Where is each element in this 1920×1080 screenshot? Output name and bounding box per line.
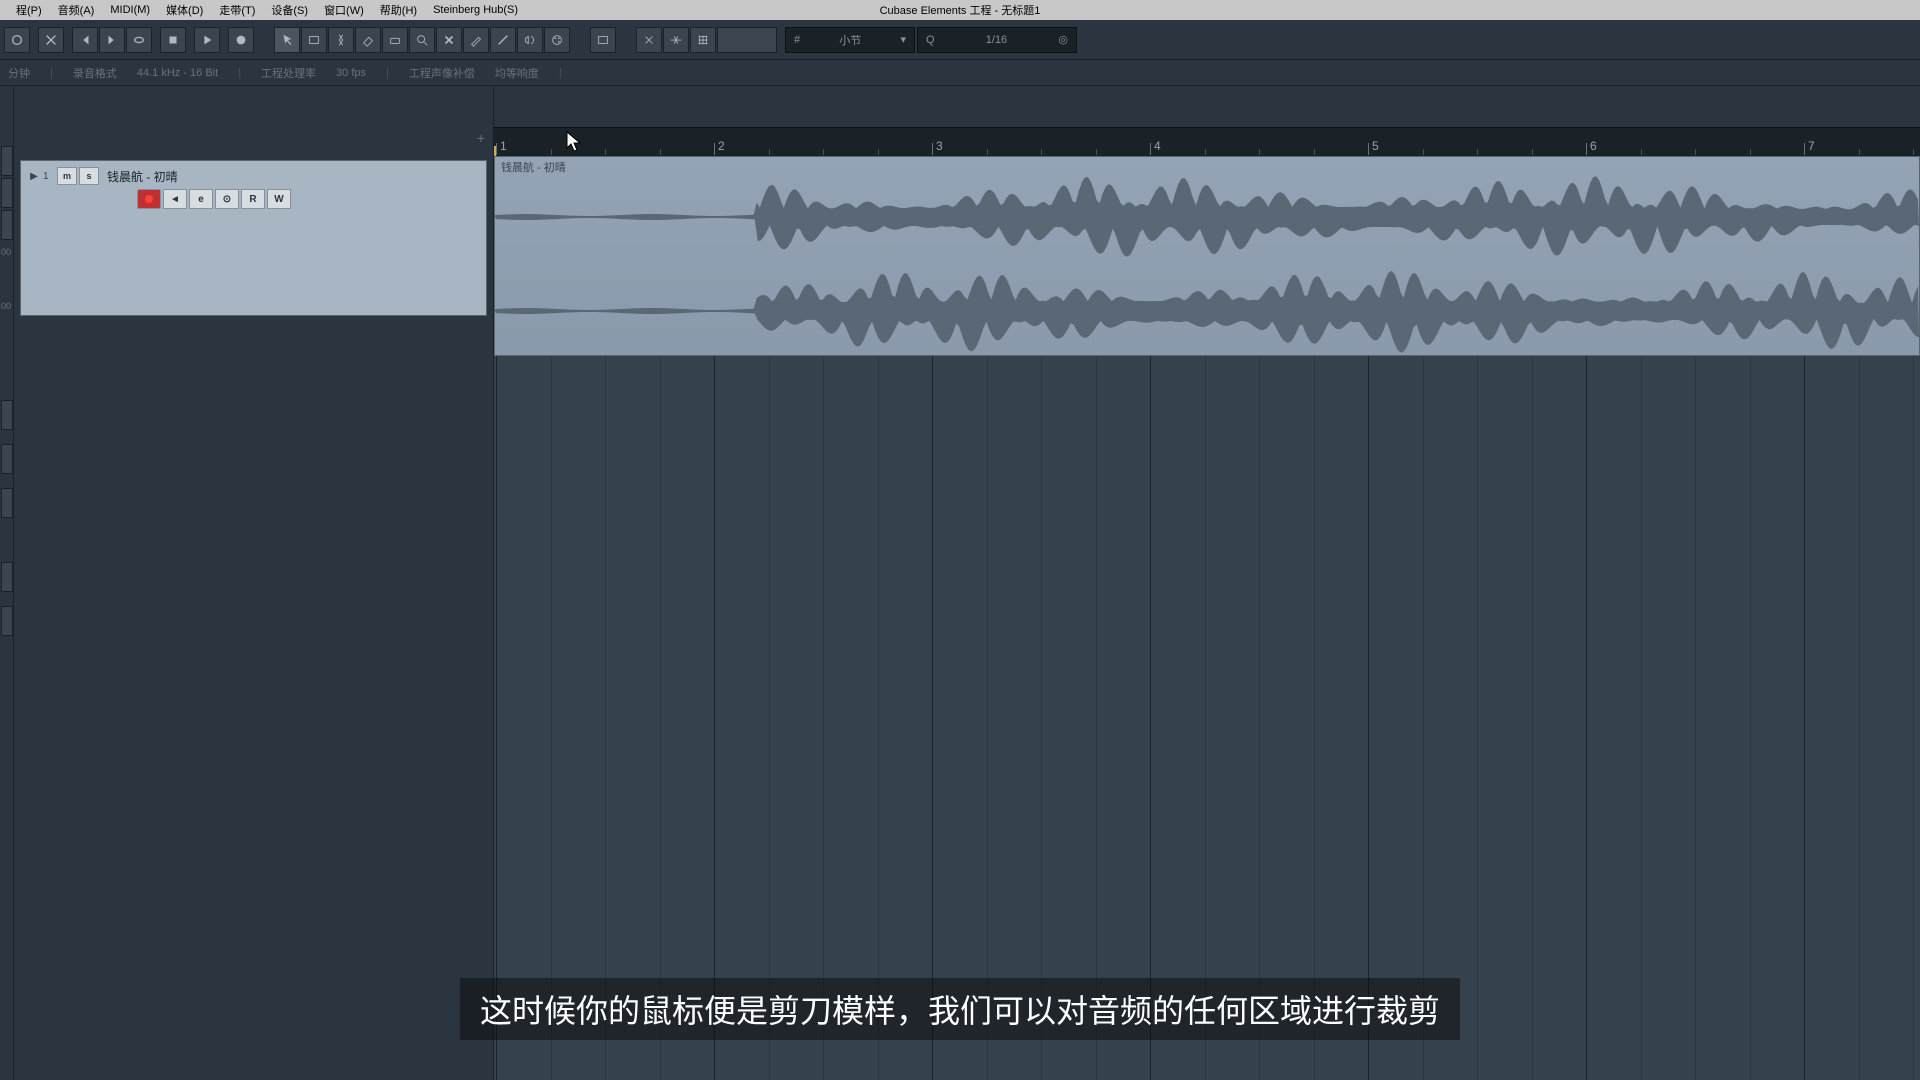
track-record-enable[interactable]	[137, 189, 161, 209]
play-button[interactable]	[194, 27, 220, 53]
status-rec-format-label: 录音格式	[73, 65, 117, 81]
track-list-panel: + ▶ 1 m s 钱晨航 - 初晴 ◄ e ⊙ R W	[14, 86, 494, 1080]
track-monitor-button[interactable]: ◄	[163, 189, 187, 209]
rail-button-4[interactable]	[1, 400, 13, 430]
ruler-bar-tick: 5	[1368, 143, 1369, 155]
menu-window[interactable]: 窗口(W)	[316, 0, 372, 20]
menu-transport[interactable]: 走带(T)	[211, 0, 263, 20]
rail-button-8[interactable]	[1, 606, 13, 636]
erase-tool[interactable]	[382, 27, 408, 53]
track-expand-icon[interactable]: ▶	[27, 169, 41, 183]
draw-tool[interactable]	[463, 27, 489, 53]
menu-hub[interactable]: Steinberg Hub(S)	[425, 2, 526, 18]
grid-value-dropdown[interactable]: # 小节 ▾	[785, 27, 915, 53]
ruler-bar-tick: 1	[496, 143, 497, 155]
chevron-down-icon: ▾	[900, 33, 906, 46]
rail-button-1[interactable]	[1, 146, 13, 176]
rail-button-3[interactable]	[1, 210, 13, 240]
cycle-button[interactable]	[126, 27, 152, 53]
record-button[interactable]	[228, 27, 254, 53]
rail-button-6[interactable]	[1, 488, 13, 518]
grid-area[interactable]	[494, 356, 1920, 1080]
constrain-button[interactable]	[38, 27, 64, 53]
snap-button[interactable]	[636, 27, 662, 53]
ruler-bar-tick: 3	[932, 143, 933, 155]
track-freeze-button[interactable]: ⊙	[215, 189, 239, 209]
rail-num-2: 00	[0, 296, 12, 316]
quantize-dropdown[interactable]: Q 1/16 ◎	[917, 27, 1077, 53]
track-write-button[interactable]: W	[267, 189, 291, 209]
ruler-bar-tick: 4	[1150, 143, 1151, 155]
glue-tool[interactable]	[355, 27, 381, 53]
split-tool[interactable]	[328, 27, 354, 53]
menu-audio[interactable]: 音频(A)	[50, 0, 103, 20]
status-pan-law-label: 工程声像补偿	[409, 65, 475, 81]
timeline-ruler[interactable]: 1 2 3 4 5 6 7	[494, 86, 1920, 156]
status-framerate-label: 工程处理率	[261, 65, 316, 81]
menu-devices[interactable]: 设备(S)	[263, 0, 316, 20]
menu-project[interactable]: 程(P)	[8, 0, 50, 20]
quantize-icon: Q	[926, 34, 935, 46]
quantize-value-label: 1/16	[986, 34, 1007, 46]
window-title: Cubase Elements 工程 - 无标题1	[880, 2, 1041, 18]
line-tool[interactable]	[490, 27, 516, 53]
menu-help[interactable]: 帮助(H)	[372, 0, 425, 20]
snap-zero-button[interactable]	[663, 27, 689, 53]
rail-button-7[interactable]	[1, 562, 13, 592]
ruler-bar-tick: 2	[714, 143, 715, 155]
grid-hash-icon: #	[794, 34, 800, 46]
status-framerate-value: 30 fps	[336, 67, 366, 79]
rail-num-1: 00	[0, 242, 12, 262]
track-read-button[interactable]: R	[241, 189, 265, 209]
track-number: 1	[43, 171, 55, 182]
ruler-bar-tick: 7	[1804, 143, 1805, 155]
rail-button-2[interactable]	[1, 178, 13, 208]
status-rec-format-value: 44.1 kHz - 16 Bit	[137, 67, 218, 79]
activate-project-button[interactable]	[4, 27, 30, 53]
range-tool[interactable]	[301, 27, 327, 53]
status-time-mode: 分钟	[8, 65, 30, 81]
main-area: 00 00 + ▶ 1 m s 钱晨航 - 初晴 ◄	[0, 86, 1920, 1080]
play-tool[interactable]	[517, 27, 543, 53]
stop-button[interactable]	[160, 27, 186, 53]
next-marker-button[interactable]	[99, 27, 125, 53]
subtitle-text: 这时候你的鼠标便是剪刀模样，我们可以对音频的任何区域进行裁剪	[460, 978, 1460, 1040]
prev-marker-button[interactable]	[72, 27, 98, 53]
color-tool[interactable]	[544, 27, 570, 53]
left-rail: 00 00	[0, 86, 14, 1080]
waveform-left-channel	[495, 173, 1919, 261]
quantize-target-icon: ◎	[1058, 33, 1068, 46]
grid-value-label: 小节	[839, 32, 861, 48]
snap-type-button[interactable]	[717, 27, 777, 53]
zoom-tool[interactable]	[409, 27, 435, 53]
mute-tool[interactable]	[436, 27, 462, 53]
track-solo-button[interactable]: s	[79, 167, 99, 185]
main-toolbar: # 小节 ▾ Q 1/16 ◎	[0, 20, 1920, 60]
rail-button-5[interactable]	[1, 444, 13, 474]
status-bar: 分钟 | 录音格式 44.1 kHz - 16 Bit | 工程处理率 30 f…	[0, 60, 1920, 86]
grid-type-button[interactable]	[690, 27, 716, 53]
audio-clip[interactable]: 钱晨航 - 初晴	[494, 156, 1920, 356]
track-row[interactable]: ▶ 1 m s 钱晨航 - 初晴 ◄ e ⊙ R W	[20, 160, 487, 316]
menu-bar: 程(P) 音频(A) MIDI(M) 媒体(D) 走带(T) 设备(S) 窗口(…	[0, 0, 1920, 20]
waveform-right-channel	[495, 267, 1919, 355]
add-track-button[interactable]: +	[477, 130, 485, 146]
track-mute-button[interactable]: m	[57, 167, 77, 185]
status-pan-law-value: 均等响度	[495, 65, 539, 81]
ruler-bar-tick: 6	[1586, 143, 1587, 155]
track-name-label: 钱晨航 - 初晴	[107, 168, 178, 185]
menu-midi[interactable]: MIDI(M)	[102, 2, 158, 18]
autoscroll-button[interactable]	[590, 27, 616, 53]
select-tool[interactable]	[274, 27, 300, 53]
timeline-area: 1 2 3 4 5 6 7 钱晨航 - 初晴	[494, 86, 1920, 1080]
menu-media[interactable]: 媒体(D)	[158, 0, 211, 20]
track-edit-button[interactable]: e	[189, 189, 213, 209]
